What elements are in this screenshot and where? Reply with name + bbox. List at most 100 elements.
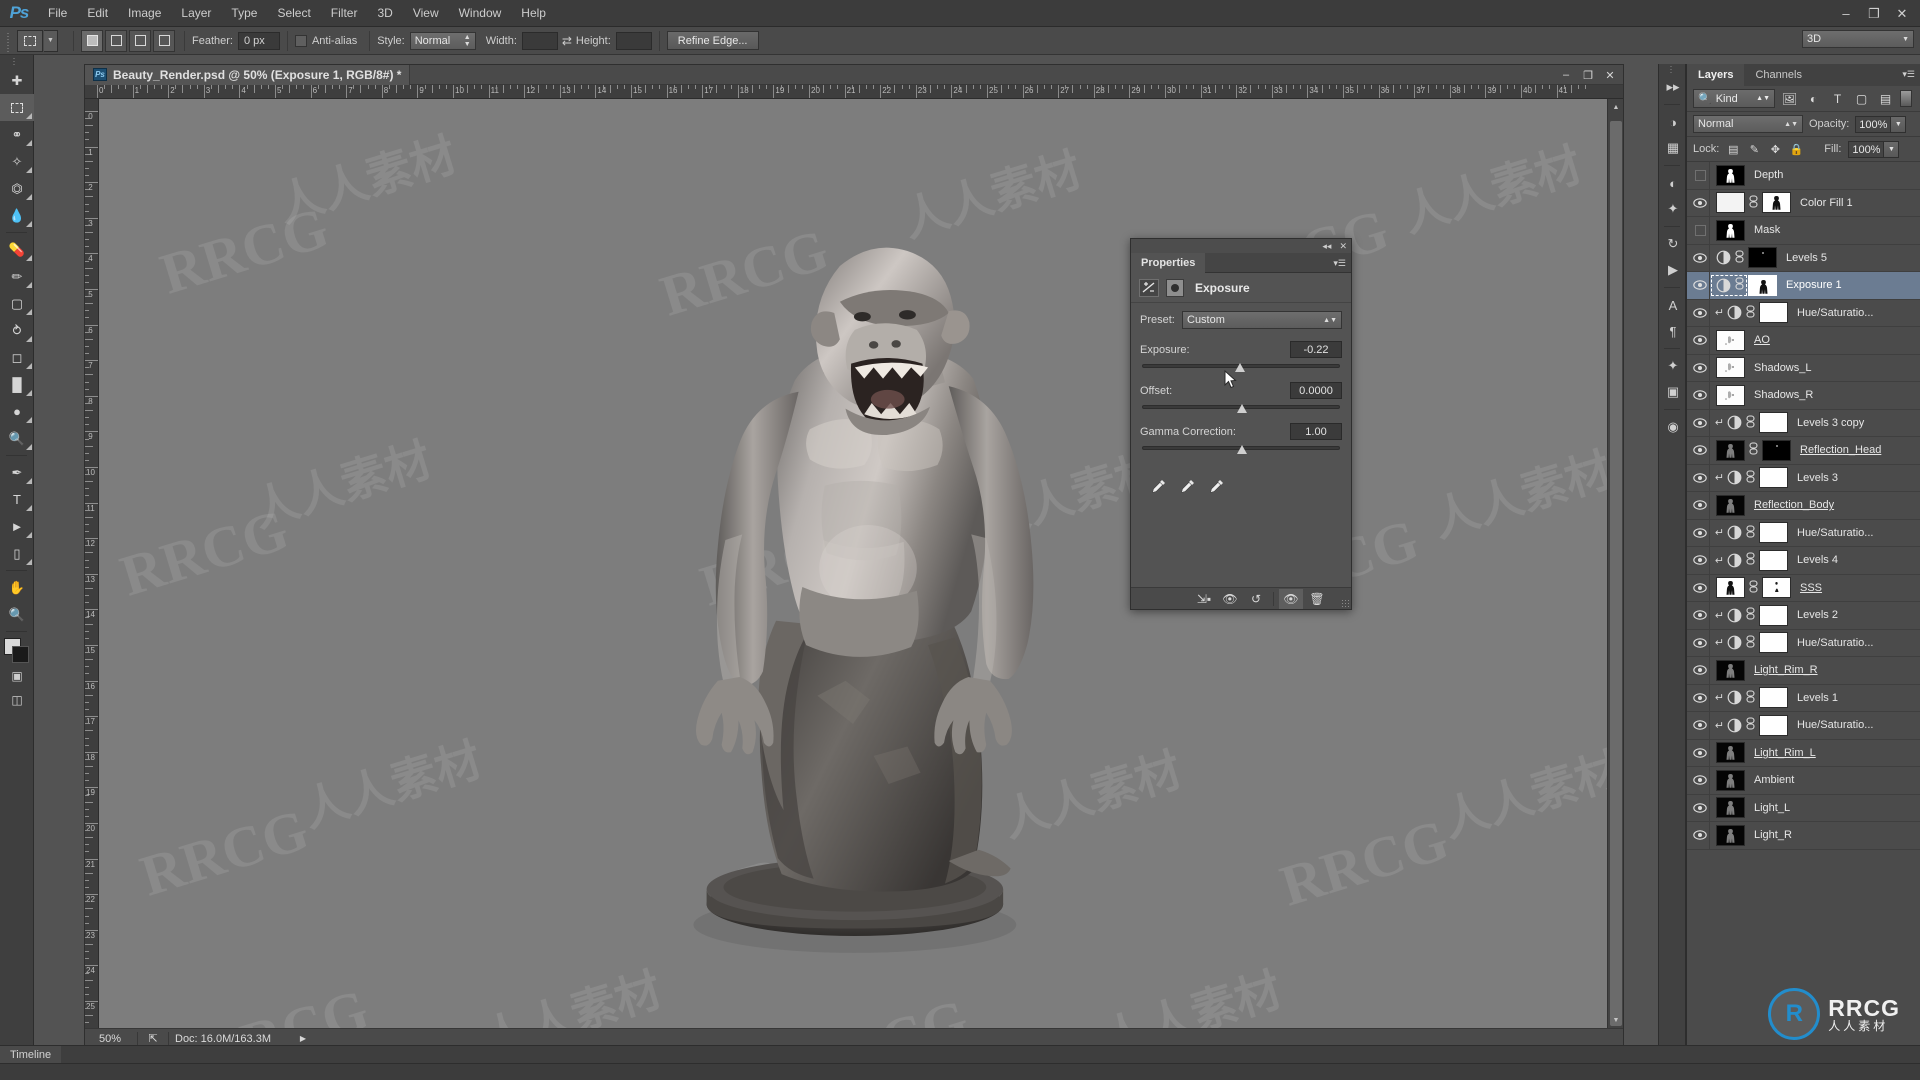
layer-name[interactable]: Hue/Saturatio... (1797, 307, 1873, 319)
layer-name[interactable]: Mask (1754, 224, 1780, 236)
menu-select[interactable]: Select (267, 0, 320, 27)
layer-visibility-toggle-on[interactable] (1689, 327, 1711, 354)
menu-window[interactable]: Window (449, 0, 512, 27)
layer-thumbnail[interactable] (1716, 220, 1745, 241)
adjustment-layer-icon[interactable] (1727, 635, 1742, 650)
layer-thumbnail[interactable] (1716, 742, 1745, 763)
layer-name[interactable]: Hue/Saturatio... (1797, 719, 1873, 731)
anti-alias-checkbox[interactable] (295, 35, 307, 47)
layer-visibility-toggle-on[interactable] (1689, 767, 1711, 794)
layer-visibility-toggle-on[interactable] (1689, 547, 1711, 574)
layer-name[interactable]: Levels 2 (1797, 609, 1838, 621)
layer-mask-thumbnail[interactable] (1759, 302, 1788, 323)
zoom-level[interactable]: 50% (85, 1033, 131, 1045)
menu-filter[interactable]: Filter (321, 0, 368, 27)
layer-name[interactable]: Light_R (1754, 829, 1792, 841)
layer-name[interactable]: Ambient (1754, 774, 1794, 786)
layer-mask-thumbnail[interactable] (1748, 275, 1777, 296)
layer-visibility-toggle-on[interactable] (1689, 519, 1711, 546)
tool-crop[interactable]: ⏣ (0, 175, 34, 202)
workspace-select[interactable]: 3D ▼ (1802, 30, 1914, 48)
view-previous-state-button[interactable]: 👁 (1218, 589, 1242, 609)
layer-visibility-toggle-on[interactable] (1689, 684, 1711, 711)
layer-name[interactable]: Levels 4 (1797, 554, 1838, 566)
layer-row[interactable]: Reflection_Body (1687, 492, 1920, 520)
width-input[interactable] (522, 32, 558, 50)
link-mask-icon[interactable] (1744, 470, 1756, 486)
layer-row[interactable]: Levels 5 (1687, 245, 1920, 273)
menu-help[interactable]: Help (511, 0, 556, 27)
minimize-button[interactable]: – (1832, 3, 1860, 25)
layer-row[interactable]: SSS (1687, 575, 1920, 603)
layer-list[interactable]: DepthColor Fill 1MaskLevels 5Exposure 1↵… (1687, 162, 1920, 1049)
layer-visibility-toggle-on[interactable] (1689, 272, 1711, 299)
resize-grip[interactable] (1341, 599, 1349, 607)
add-to-selection-button[interactable] (105, 30, 127, 52)
layer-row[interactable]: ↵Levels 2 (1687, 602, 1920, 630)
tool-zoom[interactable]: 🔍 (0, 601, 34, 628)
layer-visibility-toggle-on[interactable] (1689, 382, 1711, 409)
layer-mask-thumbnail[interactable] (1759, 467, 1788, 488)
menu-3d[interactable]: 3D (367, 0, 402, 27)
layer-row[interactable]: ↵Hue/Saturatio... (1687, 712, 1920, 740)
panel-color-icon[interactable]: ◑ (1659, 109, 1687, 135)
layer-mask-thumbnail[interactable] (1762, 577, 1791, 598)
layer-visibility-toggle-on[interactable] (1689, 189, 1711, 216)
layer-name[interactable]: SSS (1800, 582, 1822, 594)
layer-thumbnail[interactable] (1716, 357, 1745, 378)
link-mask-icon[interactable] (1744, 552, 1756, 568)
canvas-vertical-scrollbar[interactable]: ▲ ▼ (1607, 99, 1623, 1028)
menu-view[interactable]: View (403, 0, 449, 27)
layer-row[interactable]: ↵Hue/Saturatio... (1687, 630, 1920, 658)
filter-kind-select[interactable]: 🔍 Kind ▲▼ (1693, 89, 1775, 108)
tool-brush[interactable]: ✏ (0, 263, 34, 290)
collapse-icon[interactable]: ◂◂ (1322, 241, 1331, 252)
menu-type[interactable]: Type (221, 0, 267, 27)
tool-blur[interactable]: ● (0, 398, 34, 425)
clip-to-layer-button[interactable]: ⇲▪ (1192, 589, 1216, 609)
document-minimize-button[interactable]: – (1555, 67, 1577, 83)
link-mask-icon[interactable] (1744, 690, 1756, 706)
document-close-button[interactable]: ✕ (1599, 67, 1621, 83)
layer-row[interactable]: Depth (1687, 162, 1920, 190)
link-mask-icon[interactable] (1744, 415, 1756, 431)
opacity-dropdown-icon[interactable]: ▼ (1891, 116, 1906, 133)
panel-menu-icon[interactable]: ▾☰ (1333, 258, 1346, 269)
tab-properties[interactable]: Properties (1131, 253, 1205, 273)
status-menu-arrow-icon[interactable]: ▶ (293, 1034, 313, 1043)
tab-layers[interactable]: Layers (1687, 64, 1744, 86)
tool-rectangle[interactable]: ▯ (0, 540, 34, 567)
options-bar-grip[interactable] (4, 30, 13, 52)
panel-3d-icon[interactable]: ◉ (1659, 414, 1687, 440)
offset-input[interactable]: 0.0000 (1290, 382, 1342, 399)
panel-styles-icon[interactable]: ✦ (1659, 196, 1687, 222)
tool-pen[interactable]: ✒ (0, 459, 34, 486)
link-mask-icon[interactable] (1744, 607, 1756, 623)
swap-width-height-icon[interactable]: ⇄ (558, 32, 576, 50)
gamma-correction-input[interactable]: 1.00 (1290, 423, 1342, 440)
scroll-down-arrow-icon[interactable]: ▼ (1608, 1012, 1624, 1028)
tools-panel-grip[interactable] (0, 55, 33, 67)
close-icon[interactable]: ✕ (1339, 241, 1347, 252)
filter-toggle-switch[interactable] (1900, 90, 1912, 107)
layer-name[interactable]: Light_Rim_L (1754, 747, 1816, 759)
adjustment-layer-icon[interactable] (1727, 608, 1742, 623)
exposure-slider[interactable] (1140, 360, 1342, 374)
tool-spot-healing-brush[interactable]: 💊 (0, 236, 34, 263)
layer-mask-thumbnail[interactable] (1759, 687, 1788, 708)
tool-quick-selection[interactable]: ✧ (0, 148, 34, 175)
panel-swatches-icon[interactable]: ▦ (1659, 135, 1687, 161)
layer-thumbnail[interactable] (1716, 385, 1745, 406)
tab-channels[interactable]: Channels (1744, 64, 1812, 86)
link-mask-icon[interactable] (1744, 635, 1756, 651)
set-black-point-eyedropper[interactable] (1150, 478, 1167, 495)
layer-thumbnail[interactable] (1716, 165, 1745, 186)
layer-thumbnail[interactable] (1716, 330, 1745, 351)
link-mask-icon[interactable] (1733, 277, 1745, 293)
link-mask-icon[interactable] (1744, 525, 1756, 541)
link-mask-icon[interactable] (1747, 580, 1759, 596)
layer-mask-thumbnail[interactable] (1762, 440, 1791, 461)
link-mask-icon[interactable] (1747, 195, 1759, 211)
layer-row[interactable]: Color Fill 1 (1687, 190, 1920, 218)
layer-row[interactable]: Reflection_Head (1687, 437, 1920, 465)
